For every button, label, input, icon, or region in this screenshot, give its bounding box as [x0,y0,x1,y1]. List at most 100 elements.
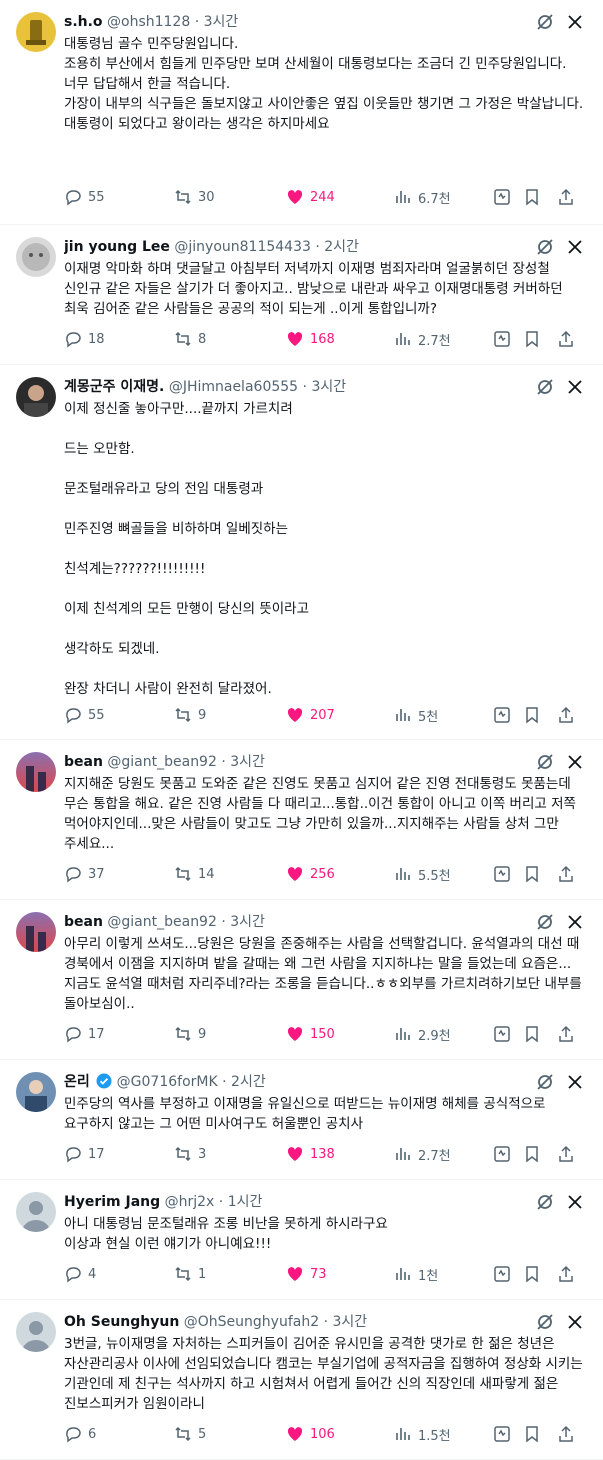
share-button[interactable] [557,1424,575,1444]
timestamp[interactable]: 2시간 [324,239,359,255]
like-button[interactable]: 168 [286,329,335,349]
display-name[interactable]: Hyerim Jang [64,1194,160,1210]
timestamp[interactable]: 2시간 [231,1074,266,1090]
more-icon[interactable] [565,1072,585,1092]
like-button[interactable]: 138 [286,1144,335,1164]
user-handle[interactable]: @OhSeunghyufah2 [184,1314,319,1330]
retweet-button[interactable]: 9 [174,705,206,725]
views-button[interactable]: 1천 [394,1264,438,1284]
grok-analyze-button[interactable] [493,1024,511,1044]
reply-button[interactable]: 4 [64,1264,96,1284]
bookmark-button[interactable] [523,329,541,349]
more-icon[interactable] [565,237,585,257]
grok-icon[interactable] [535,912,555,932]
reply-button[interactable]: 17 [64,1024,105,1044]
grok-icon[interactable] [535,1192,555,1212]
avatar[interactable] [16,377,56,417]
retweet-button[interactable]: 30 [174,187,215,207]
avatar[interactable] [16,237,56,277]
more-icon[interactable] [565,1192,585,1212]
retweet-button[interactable]: 3 [174,1144,206,1164]
grok-icon[interactable] [535,752,555,772]
user-handle[interactable]: @giant_bean92 [107,754,216,770]
grok-analyze-button[interactable] [493,329,511,349]
user-handle[interactable]: @G0716forMK [117,1074,218,1090]
bookmark-button[interactable] [523,705,541,725]
grok-icon[interactable] [535,377,555,397]
display-name[interactable]: jin young Lee [64,239,170,255]
timestamp[interactable]: 3시간 [204,14,239,30]
avatar[interactable] [16,1192,56,1232]
share-button[interactable] [557,187,575,207]
like-button[interactable]: 256 [286,864,335,884]
retweet-button[interactable]: 8 [174,329,206,349]
share-button[interactable] [557,329,575,349]
grok-analyze-button[interactable] [493,1144,511,1164]
bookmark-button[interactable] [523,1024,541,1044]
more-icon[interactable] [565,752,585,772]
reply-button[interactable]: 55 [64,187,105,207]
grok-analyze-button[interactable] [493,864,511,884]
bookmark-button[interactable] [523,187,541,207]
retweet-button[interactable]: 1 [174,1264,206,1284]
avatar[interactable] [16,912,56,952]
more-icon[interactable] [565,1312,585,1332]
tweet[interactable]: bean @giant_bean92 · 3시간 지지해준 당원도 못품고 도와… [0,740,603,900]
views-button[interactable]: 2.7천 [394,329,451,349]
share-button[interactable] [557,1264,575,1284]
timestamp[interactable]: 3시간 [230,754,265,770]
bookmark-button[interactable] [523,1264,541,1284]
tweet[interactable]: 계몽군주 이재명. @JHimnaela60555 · 3시간 이제 정신줄 놓… [0,365,603,740]
avatar[interactable] [16,12,56,52]
grok-analyze-button[interactable] [493,705,511,725]
more-icon[interactable] [565,377,585,397]
display-name[interactable]: bean [64,914,103,930]
timestamp[interactable]: 3시간 [311,379,346,395]
user-handle[interactable]: @jinyoun81154433 [174,239,311,255]
user-handle[interactable]: @ohsh1128 [107,14,190,30]
bookmark-button[interactable] [523,1144,541,1164]
avatar[interactable] [16,1072,56,1112]
bookmark-button[interactable] [523,1424,541,1444]
tweet[interactable]: 온리 @G0716forMK · 2시간 민주당의 역사를 부정하고 이재명을 … [0,1060,603,1180]
more-icon[interactable] [565,12,585,32]
grok-icon[interactable] [535,1072,555,1092]
like-button[interactable]: 150 [286,1024,335,1044]
display-name[interactable]: 온리 [64,1074,90,1090]
timestamp[interactable]: 3시간 [230,914,265,930]
avatar[interactable] [16,1312,56,1352]
grok-icon[interactable] [535,1312,555,1332]
reply-button[interactable]: 55 [64,705,105,725]
display-name[interactable]: 계몽군주 이재명. [64,379,164,395]
views-button[interactable]: 5.5천 [394,864,451,884]
display-name[interactable]: s.h.o [64,14,103,30]
grok-analyze-button[interactable] [493,1424,511,1444]
like-button[interactable]: 244 [286,187,335,207]
reply-button[interactable]: 6 [64,1424,96,1444]
user-handle[interactable]: @JHimnaela60555 [169,379,298,395]
views-button[interactable]: 5천 [394,705,438,725]
share-button[interactable] [557,705,575,725]
reply-button[interactable]: 17 [64,1144,105,1164]
views-button[interactable]: 6.7천 [394,187,451,207]
reply-button[interactable]: 18 [64,329,105,349]
tweet[interactable]: bean @giant_bean92 · 3시간 아무리 이렇게 쓰셔도...당… [0,900,603,1060]
tweet[interactable]: jin young Lee @jinyoun81154433 · 2시간 이재명… [0,225,603,365]
views-button[interactable]: 2.7천 [394,1144,451,1164]
share-button[interactable] [557,1144,575,1164]
grok-icon[interactable] [535,12,555,32]
more-icon[interactable] [565,912,585,932]
share-button[interactable] [557,1024,575,1044]
tweet[interactable]: Oh Seunghyun @OhSeunghyufah2 · 3시간 3번글, … [0,1300,603,1460]
retweet-button[interactable]: 5 [174,1424,206,1444]
views-button[interactable]: 2.9천 [394,1024,451,1044]
grok-icon[interactable] [535,237,555,257]
bookmark-button[interactable] [523,864,541,884]
like-button[interactable]: 106 [286,1424,335,1444]
like-button[interactable]: 207 [286,705,335,725]
user-handle[interactable]: @hrj2x [165,1194,215,1210]
grok-analyze-button[interactable] [493,1264,511,1284]
views-button[interactable]: 1.5천 [394,1424,451,1444]
grok-analyze-button[interactable] [493,187,511,207]
retweet-button[interactable]: 9 [174,1024,206,1044]
